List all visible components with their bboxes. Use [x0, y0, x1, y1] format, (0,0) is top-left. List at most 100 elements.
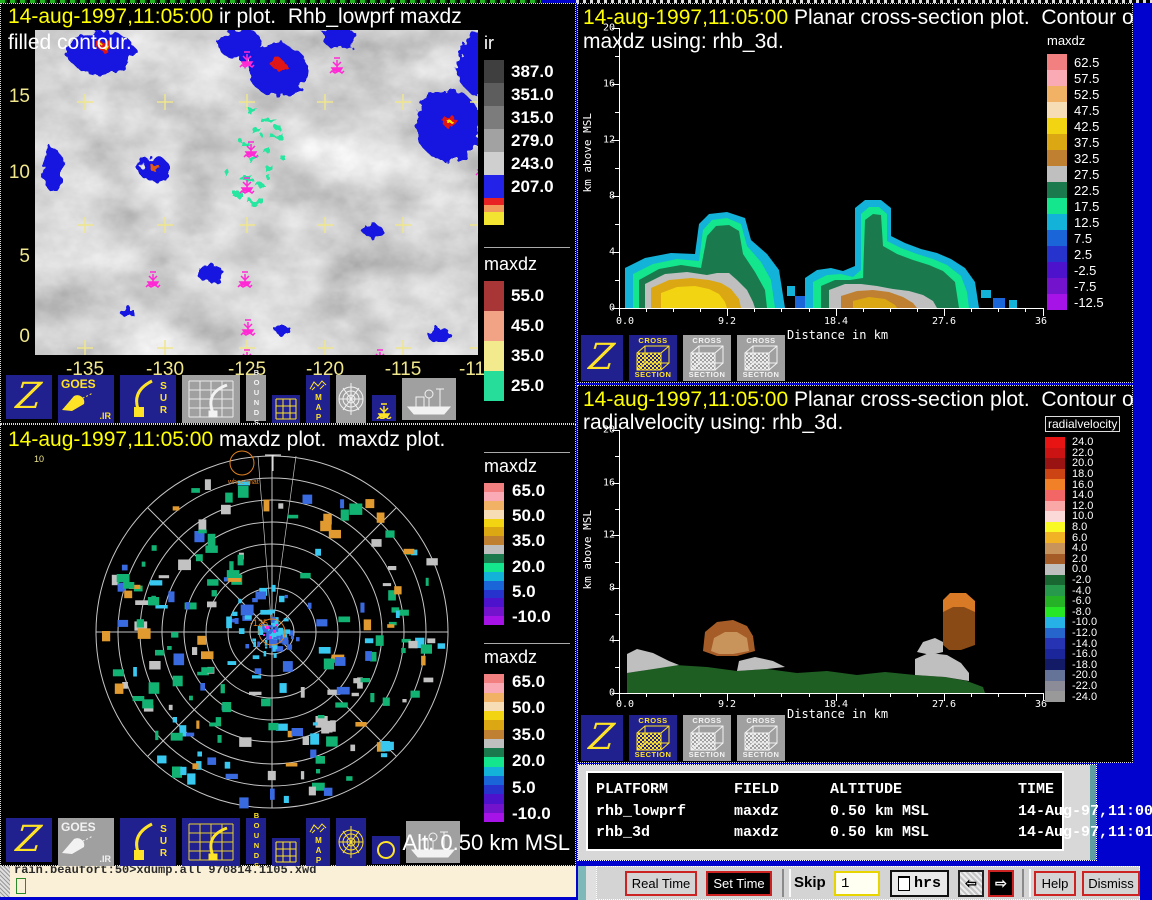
- buoy-icon[interactable]: [372, 395, 396, 421]
- lat-tick: 15: [0, 86, 30, 108]
- status-table: PLATFORMFIELD ALTITUDETIME rhb_lowprfmax…: [586, 771, 1064, 851]
- data-status-window: PLATFORMFIELD ALTITUDETIME rhb_lowprfmax…: [578, 765, 1096, 860]
- maxdz-colorbar-label: maxdz: [484, 647, 574, 668]
- lat-tick: 10: [0, 162, 30, 184]
- cross-section-button[interactable]: CROSS SECTION: [683, 335, 731, 381]
- goes-ir-icon[interactable]: GOES .IR: [58, 818, 114, 866]
- maxdz-colorbar-label: maxdz: [484, 456, 574, 477]
- maxdz-colorbar-label: maxdz: [484, 254, 574, 275]
- dismiss-button[interactable]: Dismiss: [1082, 871, 1140, 896]
- xsec-maxdz-plot[interactable]: [609, 28, 1055, 328]
- range-rings-icon[interactable]: [336, 818, 366, 866]
- bounds-icon[interactable]: BOUNDS: [246, 375, 266, 421]
- cross-section-button-active[interactable]: CROSS SECTION: [629, 335, 677, 381]
- units-icon: [898, 876, 910, 891]
- lat-tick: 0: [0, 326, 30, 348]
- x-axis-label: Distance in km: [787, 328, 888, 342]
- y-tick: 12: [591, 530, 615, 541]
- y-tick: 8: [591, 583, 615, 594]
- xsec-maxdz-title-line2: maxdz using: rhb_3d.: [583, 30, 784, 53]
- step-back-button[interactable]: ⇦: [958, 870, 984, 897]
- status-row: rhb_3dmaxdz 0.50 km MSL14-Aug-97,11:01:1…: [596, 824, 1054, 841]
- x-tick: 0.0: [616, 699, 634, 710]
- lon-tick: -11: [459, 359, 485, 381]
- xsec-rv-title: 14-aug-1997,11:05:00 Planar cross-sectio…: [583, 388, 1133, 411]
- hrs-units-button[interactable]: hrs: [890, 870, 949, 897]
- separator: [782, 869, 791, 897]
- terminal-prompt: rain.beaufort:50>xdump.all 970814.1105.x…: [14, 866, 572, 877]
- ppi-lon-label: -125: [250, 618, 268, 628]
- time-control-bar: Real Time Set Time Skip hrs ⇦ ⇨ Help Dis…: [596, 866, 1140, 900]
- x-tick: 9.2: [718, 699, 736, 710]
- x-tick: 0.0: [616, 316, 634, 327]
- colorbar-label: radialvelocity: [1045, 416, 1120, 432]
- y-tick: 12: [591, 135, 615, 146]
- colorbar-label: maxdz: [1047, 33, 1131, 48]
- zeb-logo-icon[interactable]: Z: [581, 715, 623, 761]
- step-forward-button[interactable]: ⇨: [988, 870, 1014, 897]
- surveillance-radar-icon[interactable]: SUR: [120, 375, 176, 423]
- terminal-scrollbar[interactable]: [0, 866, 10, 897]
- xsec-maxdz-title: 14-aug-1997,11:05:00 Planar cross-sectio…: [583, 6, 1133, 29]
- ppi-colorbar-column: maxdz 65.050.035.020.05.0-10.0 maxdz 65.…: [484, 452, 574, 822]
- terminal-window[interactable]: rain.beaufort:50>xdump.all 970814.1105.x…: [0, 866, 576, 897]
- xsec-maxdz-colorbar-column: maxdz 62.557.552.547.542.537.532.527.522…: [1047, 33, 1131, 310]
- xsec-maxdz-panel: 14-aug-1997,11:05:00 Planar cross-sectio…: [577, 3, 1133, 383]
- x-axis-label: Distance in km: [787, 707, 888, 721]
- maxdz-colorbar: 55.045.035.025.0: [484, 281, 574, 401]
- y-axis-label: km above MSL: [581, 510, 594, 589]
- terminal-cursor: [16, 878, 26, 894]
- xsec-rv-plot[interactable]: [609, 430, 1055, 715]
- ship-icon[interactable]: [402, 378, 456, 420]
- grid-icon[interactable]: [272, 838, 300, 866]
- x-tick: 36: [1035, 316, 1047, 327]
- skip-value-input[interactable]: [834, 871, 880, 896]
- cross-section-button[interactable]: CROSS SECTION: [737, 335, 785, 381]
- y-tick: 16: [591, 478, 615, 489]
- zeb-logo-icon[interactable]: Z: [6, 375, 52, 419]
- status-header-row: PLATFORMFIELD ALTITUDETIME: [596, 781, 1054, 798]
- surveillance-radar-icon[interactable]: SUR: [120, 818, 176, 866]
- ppi-radar-panel: 14-aug-1997,11:05:00 maxdz plot. maxdz p…: [0, 424, 576, 866]
- y-tick: 0: [591, 303, 615, 314]
- y-axis-label: km above MSL: [581, 113, 594, 192]
- y-tick: 4: [591, 247, 615, 258]
- radialvelocity-colorbar: 24.022.020.018.016.014.012.010.08.06.04.…: [1045, 437, 1133, 702]
- cross-section-button-active[interactable]: CROSS SECTION: [629, 715, 677, 761]
- map-icon[interactable]: MAP: [306, 818, 330, 866]
- ppi-lat-label: 10: [34, 454, 44, 464]
- y-tick: 4: [591, 635, 615, 646]
- terminal-body[interactable]: rain.beaufort:50>xdump.all 970814.1105.x…: [10, 866, 576, 897]
- xsec-rv-colorbar-column: radialvelocity 24.022.020.018.016.014.01…: [1045, 415, 1133, 702]
- ir-panel-title-line2: filled contour.: [8, 31, 132, 54]
- real-time-button[interactable]: Real Time: [625, 871, 697, 896]
- lat-tick: 5: [0, 246, 30, 268]
- range-rings-icon[interactable]: [336, 375, 366, 423]
- goes-ir-icon[interactable]: GOES .IR: [58, 375, 114, 423]
- map-icon[interactable]: MAP: [306, 375, 330, 423]
- radar-grid-icon[interactable]: [182, 375, 240, 423]
- wm-frame-strip: [586, 866, 596, 900]
- status-row: rhb_lowprfmaxdz 0.50 km MSL14-Aug-97,11:…: [596, 803, 1054, 820]
- wm-frame-strip: [578, 866, 586, 900]
- xsec-toolbar: Z CROSS SECTION CROSS SECTION CROSS SECT…: [581, 335, 785, 381]
- ppi-panel-title: 14-aug-1997,11:05:00 maxdz plot. maxdz p…: [8, 428, 445, 451]
- ir-panel-toolbar: Z GOES .IR SUR BOUNDS MAP: [6, 375, 456, 423]
- ship-label: whoe-mat: [227, 479, 259, 486]
- ir-satellite-panel: 14-aug-1997,11:05:00 ir plot. Rhb_lowprf…: [0, 3, 576, 424]
- maxdz-colorbar-1: 65.050.035.020.05.0-10.0: [484, 483, 574, 625]
- ir-satellite-image[interactable]: [35, 30, 478, 355]
- grid-icon[interactable]: [272, 395, 300, 423]
- bounds-icon[interactable]: BOUNDS: [246, 818, 266, 864]
- x-tick: 27.6: [932, 699, 956, 710]
- help-button[interactable]: Help: [1034, 871, 1076, 896]
- zeb-logo-icon[interactable]: Z: [581, 335, 623, 381]
- radar-grid-icon[interactable]: [182, 818, 240, 866]
- cross-section-button[interactable]: CROSS SECTION: [683, 715, 731, 761]
- cross-section-button[interactable]: CROSS SECTION: [737, 715, 785, 761]
- y-tick: 8: [591, 191, 615, 202]
- zeb-logo-icon[interactable]: Z: [6, 818, 52, 862]
- set-time-button[interactable]: Set Time: [706, 871, 772, 896]
- xsec-toolbar: Z CROSS SECTION CROSS SECTION CROSS SECT…: [581, 715, 785, 761]
- x-tick: 27.6: [932, 316, 956, 327]
